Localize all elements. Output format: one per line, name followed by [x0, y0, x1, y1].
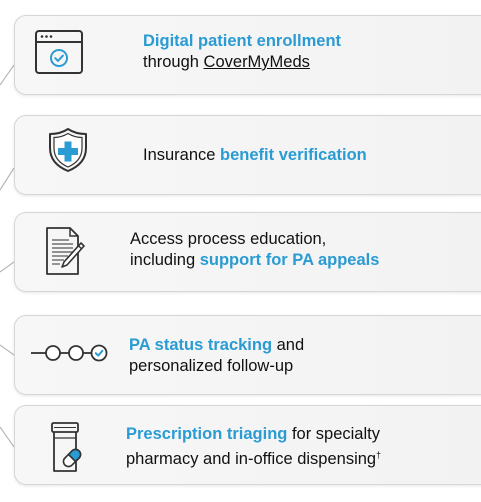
browser-window-check-icon	[35, 30, 83, 74]
triaging-highlight: Prescription triaging	[126, 425, 288, 443]
service-card-enrollment: Digital patient enrollment through Cover…	[14, 15, 481, 95]
education-including: including	[130, 251, 200, 269]
pa-tracking-line2: personalized follow-up	[129, 357, 294, 375]
document-pencil-icon	[46, 227, 85, 275]
enrollment-highlight: Digital patient enrollment	[143, 32, 342, 50]
enrollment-through: through	[143, 53, 204, 71]
triaging-line1-post: for specialty	[287, 425, 380, 443]
service-text-enrollment: Digital patient enrollment through Cover…	[143, 31, 341, 73]
benefit-highlight: benefit verification	[220, 146, 367, 164]
covermymeds-link[interactable]: CoverMyMeds	[204, 53, 310, 71]
pa-tracking-highlight: PA status tracking	[129, 336, 273, 354]
service-text-education: Access process education, including supp…	[130, 229, 379, 271]
pill-bottle-icon	[51, 422, 82, 472]
shield-plus-icon	[49, 128, 87, 172]
service-card-benefit-verification: Insurance benefit verification	[14, 115, 481, 195]
service-card-triaging: Prescription triaging for specialty phar…	[14, 405, 481, 485]
service-text-pa-tracking: PA status tracking and personalized foll…	[129, 335, 304, 377]
service-text-benefit-verification: Insurance benefit verification	[143, 145, 367, 166]
service-card-pa-tracking: PA status tracking and personalized foll…	[14, 315, 481, 395]
education-highlight: support for PA appeals	[199, 251, 380, 269]
progress-steps-icon	[31, 344, 108, 362]
dagger-footnote-mark: †	[376, 450, 382, 460]
triaging-line2: pharmacy and in-office dispensing	[126, 450, 377, 468]
service-text-triaging: Prescription triaging for specialty phar…	[126, 424, 381, 470]
services-list: Digital patient enrollment through Cover…	[0, 0, 481, 502]
service-card-education: Access process education, including supp…	[14, 212, 481, 292]
pa-tracking-and: and	[272, 336, 305, 354]
education-line1: Access process education,	[130, 230, 327, 248]
benefit-pre: Insurance	[143, 146, 221, 164]
